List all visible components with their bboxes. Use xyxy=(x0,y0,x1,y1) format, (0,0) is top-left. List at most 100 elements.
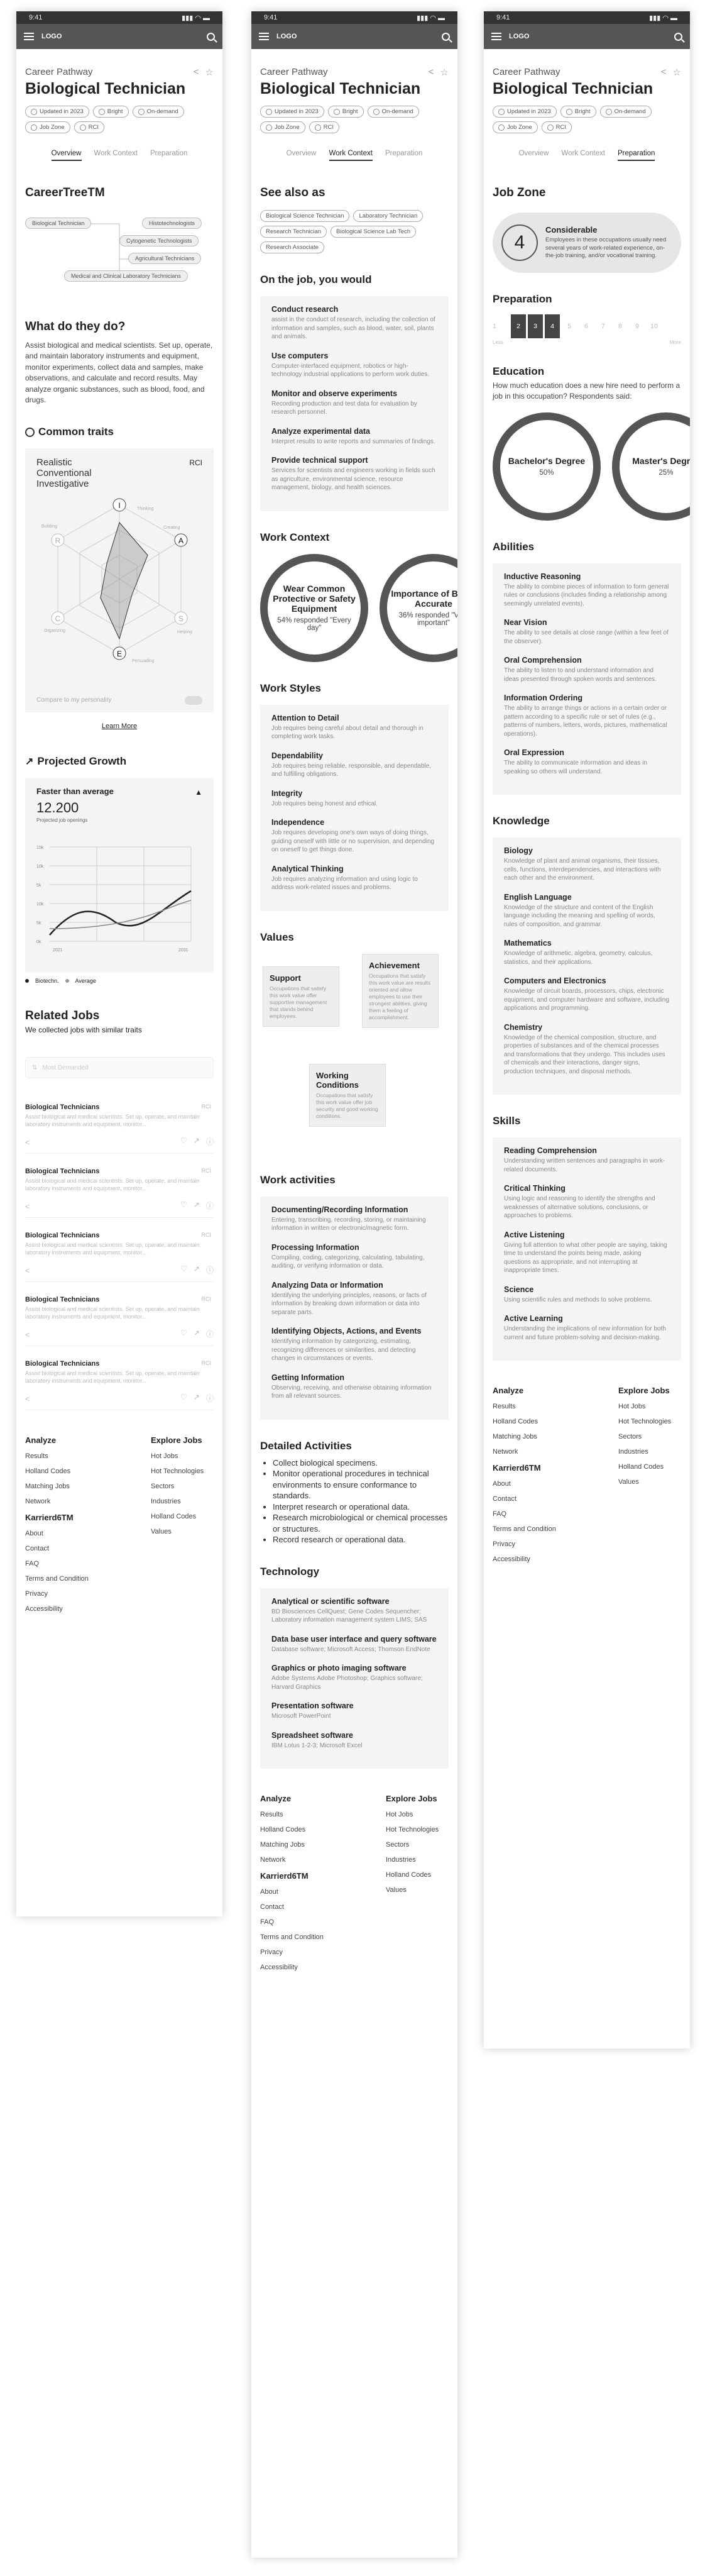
heart-icon[interactable]: ♡ xyxy=(180,1393,187,1403)
star-icon[interactable]: ☆ xyxy=(440,67,449,78)
footer-link[interactable]: Matching Jobs xyxy=(260,1841,324,1849)
tab-overview[interactable]: Overview xyxy=(51,150,82,161)
footer-link[interactable]: Sectors xyxy=(151,1483,214,1490)
footer-link[interactable]: Contact xyxy=(25,1545,89,1552)
footer-link[interactable]: Network xyxy=(25,1498,89,1505)
compare-toggle[interactable] xyxy=(185,696,202,705)
share-icon[interactable]: < xyxy=(25,1395,30,1403)
footer-link[interactable]: Accessibility xyxy=(260,1964,324,1971)
list-item[interactable]: Biological Technicians Assist biological … xyxy=(25,1354,214,1411)
alias-chip[interactable]: Biological Science Lab Tech xyxy=(331,226,417,238)
search-icon[interactable] xyxy=(674,32,682,41)
tree-node[interactable]: Biological Technician xyxy=(25,218,92,229)
list-item[interactable]: Biological Technicians Assist biological … xyxy=(25,1161,214,1219)
footer-link[interactable]: Holland Codes xyxy=(493,1418,556,1425)
footer-link[interactable]: Holland Codes xyxy=(260,1826,324,1833)
footer-link[interactable]: Results xyxy=(260,1811,324,1818)
chart-icon[interactable]: ↗ xyxy=(194,1200,200,1211)
info-icon[interactable]: ⓘ xyxy=(206,1264,214,1275)
tab-work-context[interactable]: Work Context xyxy=(94,150,138,161)
footer-link[interactable]: Matching Jobs xyxy=(493,1433,556,1440)
share-icon[interactable]: < xyxy=(25,1330,30,1339)
footer-link[interactable]: Terms and Condition xyxy=(25,1575,89,1583)
footer-link[interactable]: Sectors xyxy=(386,1841,449,1849)
footer-link[interactable]: Values xyxy=(618,1478,681,1486)
logo[interactable]: LOGO xyxy=(509,33,667,40)
footer-link[interactable]: Accessibility xyxy=(493,1556,556,1563)
footer-link[interactable]: Results xyxy=(493,1403,556,1410)
footer-link[interactable]: Accessibility xyxy=(25,1605,89,1613)
heart-icon[interactable]: ♡ xyxy=(180,1264,187,1275)
star-icon[interactable]: ☆ xyxy=(205,67,214,78)
tree-node[interactable]: Agricultural Technicians xyxy=(128,253,202,264)
footer-link[interactable]: Holland Codes xyxy=(151,1513,214,1520)
share-icon[interactable]: < xyxy=(429,67,434,78)
footer-link[interactable]: Hot Technologies xyxy=(151,1468,214,1475)
learn-more-link[interactable]: Learn More xyxy=(25,722,214,730)
info-icon[interactable]: ⓘ xyxy=(206,1200,214,1211)
footer-link[interactable]: FAQ xyxy=(25,1560,89,1567)
footer-link[interactable]: Hot Jobs xyxy=(618,1403,681,1410)
menu-icon[interactable] xyxy=(24,33,34,40)
share-icon[interactable]: < xyxy=(661,67,667,78)
info-icon[interactable]: ⓘ xyxy=(206,1393,214,1403)
list-item[interactable]: Biological Technicians Assist biological … xyxy=(25,1290,214,1347)
footer-link[interactable]: Industries xyxy=(386,1856,449,1864)
alias-chip[interactable]: Research Technician xyxy=(260,226,327,238)
footer-link[interactable]: Contact xyxy=(260,1903,324,1911)
share-icon[interactable]: < xyxy=(194,67,199,78)
footer-link[interactable]: FAQ xyxy=(260,1918,324,1926)
tab-preparation[interactable]: Preparation xyxy=(150,150,187,161)
footer-link[interactable]: Industries xyxy=(618,1448,681,1456)
footer-link[interactable]: Holland Codes xyxy=(25,1468,89,1475)
footer-link[interactable]: Values xyxy=(386,1886,449,1894)
star-icon[interactable]: ☆ xyxy=(673,67,681,78)
info-icon[interactable]: ⓘ xyxy=(206,1329,214,1339)
footer-link[interactable]: Contact xyxy=(493,1495,556,1503)
footer-link[interactable]: Terms and Condition xyxy=(260,1933,324,1941)
search-icon[interactable] xyxy=(442,32,450,41)
tab-preparation[interactable]: Preparation xyxy=(617,150,655,161)
search-icon[interactable] xyxy=(207,32,215,41)
footer-link[interactable]: Hot Technologies xyxy=(386,1826,449,1833)
share-icon[interactable]: < xyxy=(25,1138,30,1147)
logo[interactable]: LOGO xyxy=(41,33,199,40)
footer-link[interactable]: Privacy xyxy=(493,1540,556,1548)
footer-link[interactable]: About xyxy=(493,1480,556,1488)
tree-node[interactable]: Cytogenetic Technologists xyxy=(119,235,199,246)
heart-icon[interactable]: ♡ xyxy=(180,1329,187,1339)
heart-icon[interactable]: ♡ xyxy=(180,1136,187,1147)
tree-node[interactable]: Histotechnologists xyxy=(142,218,202,229)
footer-link[interactable]: Privacy xyxy=(260,1949,324,1956)
footer-link[interactable]: Holland Codes xyxy=(618,1463,681,1471)
footer-link[interactable]: Network xyxy=(493,1448,556,1456)
footer-link[interactable]: Hot Jobs xyxy=(151,1452,214,1460)
chart-icon[interactable]: ↗ xyxy=(194,1393,200,1403)
share-icon[interactable]: < xyxy=(25,1266,30,1275)
footer-link[interactable]: Hot Technologies xyxy=(618,1418,681,1425)
footer-link[interactable]: Values xyxy=(151,1528,214,1535)
footer-link[interactable]: Terms and Condition xyxy=(493,1525,556,1533)
tab-work-context[interactable]: Work Context xyxy=(562,150,605,161)
footer-link[interactable]: Privacy xyxy=(25,1590,89,1598)
share-icon[interactable]: < xyxy=(25,1202,30,1211)
footer-link[interactable]: Matching Jobs xyxy=(25,1483,89,1490)
alias-chip[interactable]: Research Associate xyxy=(260,241,324,253)
chart-icon[interactable]: ↗ xyxy=(194,1136,200,1147)
alias-chip[interactable]: Biological Science Technician xyxy=(260,210,350,222)
footer-link[interactable]: FAQ xyxy=(493,1510,556,1518)
tree-node[interactable]: Medical and Clinical Laboratory Technici… xyxy=(64,270,188,282)
menu-icon[interactable] xyxy=(259,33,269,40)
footer-link[interactable]: About xyxy=(25,1530,89,1537)
info-icon[interactable]: ⓘ xyxy=(206,1136,214,1147)
footer-link[interactable]: Sectors xyxy=(618,1433,681,1440)
chart-icon[interactable]: ↗ xyxy=(194,1329,200,1339)
tab-preparation[interactable]: Preparation xyxy=(385,150,422,161)
footer-link[interactable]: About xyxy=(260,1888,324,1896)
related-search-input[interactable]: ⇅ Most Demanded xyxy=(25,1057,214,1079)
footer-link[interactable]: Industries xyxy=(151,1498,214,1505)
tab-overview[interactable]: Overview xyxy=(287,150,317,161)
logo[interactable]: LOGO xyxy=(276,33,434,40)
alias-chip[interactable]: Laboratory Technician xyxy=(353,210,424,222)
footer-link[interactable]: Holland Codes xyxy=(386,1871,449,1879)
